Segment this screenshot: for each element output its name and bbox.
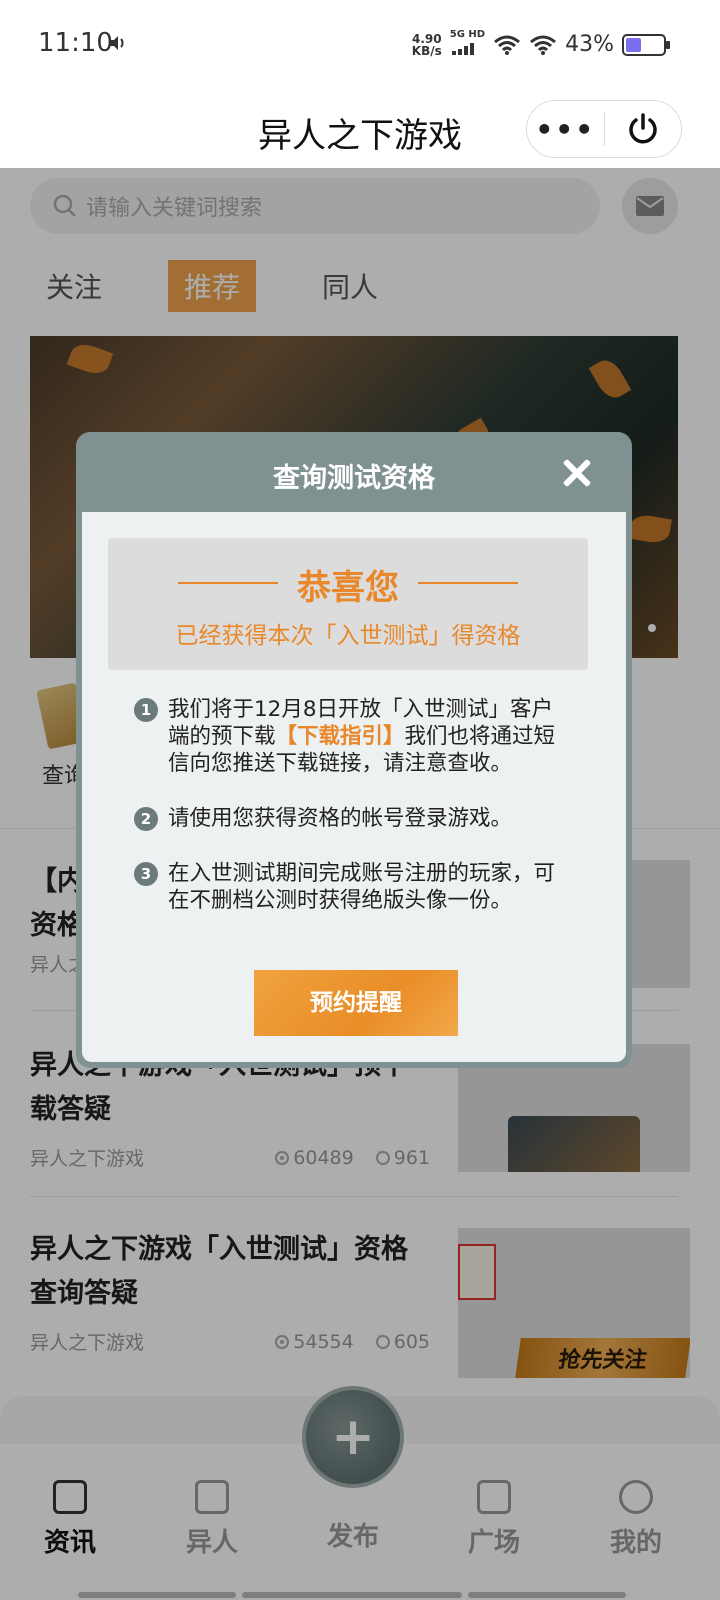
wifi-icon-2 [530, 35, 557, 55]
speaker-icon [110, 36, 124, 50]
congrats-panel: 恭喜您 已经获得本次「入世测试」得资格 [108, 538, 588, 670]
modal-title: 查询测试资格 [273, 463, 435, 494]
step-number: 2 [134, 807, 158, 831]
step-text: 请使用您获得资格的帐号登录游戏。 [168, 806, 513, 831]
step-item: 1 我们将于12月8日开放「入世测试」客户端的预下载【下载指引】我们也将通过短信… [134, 696, 574, 777]
step-item: 2 请使用您获得资格的帐号登录游戏。 [134, 805, 574, 832]
modal-body: 恭喜您 已经获得本次「入世测试」得资格 1 我们将于12月8日开放「入世测试」客… [82, 512, 626, 1062]
more-button[interactable]: ••• [527, 113, 604, 146]
status-bar: 11:10 4.90 KB/s 5G HD 43% [0, 0, 720, 90]
app-header: 异人之下游戏 ••• [0, 90, 720, 168]
signal-icon: 5G HD [450, 30, 485, 59]
reserve-reminder-button[interactable]: 预约提醒 [254, 970, 458, 1036]
battery-icon [622, 33, 670, 56]
test-eligibility-modal: 查询测试资格 恭喜您 已经获得本次「入世测试」得资格 1 我们将于12月8日开放… [76, 432, 632, 1068]
modal-header: 查询测试资格 [76, 432, 632, 512]
close-icon[interactable] [562, 458, 592, 488]
speed-unit: KB/s [411, 43, 442, 58]
network-speed: 4.90 KB/s [412, 33, 442, 57]
step-number: 3 [134, 862, 158, 886]
battery-fill [626, 37, 642, 52]
close-miniprogram-button[interactable] [605, 112, 682, 146]
congrats-subtitle: 已经获得本次「入世测试」得资格 [175, 623, 521, 649]
status-time: 11:10 [38, 28, 113, 58]
status-icons: 4.90 KB/s 5G HD 43% [412, 30, 670, 59]
congrats-title: 恭喜您 [297, 568, 399, 608]
speed-value: 4.90 [411, 31, 442, 46]
step-text: 在入世测试期间完成账号注册的玩家，可在不删档公测时获得绝版头像一份。 [168, 861, 556, 913]
download-guide-link[interactable]: 【下载指引】 [276, 724, 405, 749]
network-type: 5G HD [449, 29, 486, 40]
wifi-icon [494, 35, 521, 55]
power-icon [629, 113, 657, 144]
battery-percent: 43% [565, 32, 614, 57]
step-list: 1 我们将于12月8日开放「入世测试」客户端的预下载【下载指引】我们也将通过短信… [134, 696, 574, 942]
capsule-menu: ••• [526, 100, 682, 158]
step-item: 3 在入世测试期间完成账号注册的玩家，可在不删档公测时获得绝版头像一份。 [134, 860, 574, 914]
step-number: 1 [134, 698, 158, 722]
